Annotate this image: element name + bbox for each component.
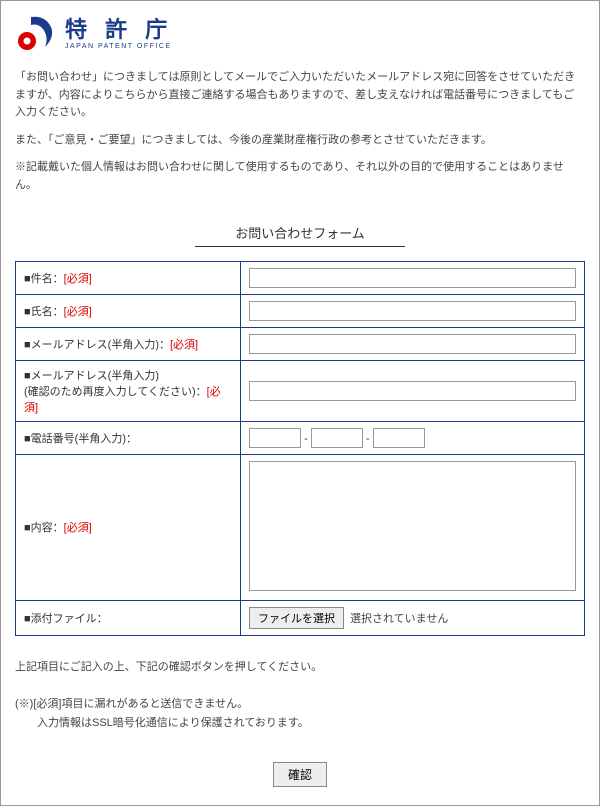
phone-input-group: - - [241, 421, 585, 454]
label-phone: ■ 電話番号(半角入力)： [16, 421, 241, 454]
subject-input[interactable] [249, 268, 576, 288]
note-line-2: (※)[必須]項目に漏れがあると送信できません。 [15, 695, 585, 714]
logo-text: 特 許 庁 JAPAN PATENT OFFICE [65, 19, 173, 50]
row-attachment: ■ 添付ファイル： ファイルを選択 選択されていません [16, 600, 585, 635]
label-attachment: ■ 添付ファイル： [16, 600, 241, 635]
phone-input-2[interactable] [311, 428, 363, 448]
phone-input-1[interactable] [249, 428, 301, 448]
inquiry-form-table: ■ 件名：[必須] ■ 氏名：[必須] ■ メールアドレス(半角入力)：[必須]… [15, 261, 585, 636]
email-input[interactable] [249, 334, 576, 354]
intro-paragraph-3: ※記載戴いた個人情報はお問い合わせに関して使用するものであり、それ以外の目的で使… [15, 159, 585, 194]
note-line-3: 入力情報はSSL暗号化通信により保護されております。 [15, 714, 585, 733]
email-confirm-input[interactable] [249, 381, 576, 401]
intro-paragraph-2: また、「ご意見・ご要望」につきましては、今後の産業財産権行政の参考とさせていただ… [15, 132, 585, 150]
label-name: ■ 氏名：[必須] [16, 294, 241, 327]
label-content: ■ 内容：[必須] [16, 454, 241, 600]
row-subject: ■ 件名：[必須] [16, 261, 585, 294]
logo-mark-icon [15, 13, 57, 55]
file-status-text: 選択されていません [350, 610, 448, 626]
tel-sep-2: - [366, 433, 370, 445]
intro-text: 「お問い合わせ」につきましては原則としてメールでご入力いただいたメールアドレス宛… [15, 69, 585, 195]
row-phone: ■ 電話番号(半角入力)： - - [16, 421, 585, 454]
row-content: ■ 内容：[必須] [16, 454, 585, 600]
form-title: お問い合わせフォーム [195, 223, 405, 247]
row-name: ■ 氏名：[必須] [16, 294, 585, 327]
logo-title: 特 許 庁 [65, 19, 173, 41]
header-logo: 特 許 庁 JAPAN PATENT OFFICE [15, 13, 585, 55]
tel-sep-1: - [304, 433, 308, 445]
form-notes: 上記項目にご記入の上、下記の確認ボタンを押してください。 (※)[必須]項目に漏… [15, 658, 585, 733]
intro-paragraph-1: 「お問い合わせ」につきましては原則としてメールでご入力いただいたメールアドレス宛… [15, 69, 585, 122]
file-select-button[interactable]: ファイルを選択 [249, 607, 344, 629]
label-email: ■ メールアドレス(半角入力)：[必須] [16, 327, 241, 360]
confirm-button[interactable]: 確認 [273, 762, 327, 787]
label-email-confirm: ■ メールアドレス(半角入力) (確認のため再度入力してください)：[必須] [16, 360, 241, 421]
label-subject: ■ 件名：[必須] [16, 261, 241, 294]
file-row: ファイルを選択 選択されていません [249, 607, 576, 629]
page-container: 特 許 庁 JAPAN PATENT OFFICE 「お問い合わせ」につきまして… [0, 0, 600, 806]
form-title-wrap: お問い合わせフォーム [15, 223, 585, 247]
submit-row: 確認 [15, 762, 585, 787]
logo-subtitle: JAPAN PATENT OFFICE [65, 43, 173, 50]
row-email-confirm: ■ メールアドレス(半角入力) (確認のため再度入力してください)：[必須] [16, 360, 585, 421]
name-input[interactable] [249, 301, 576, 321]
note-line-1: 上記項目にご記入の上、下記の確認ボタンを押してください。 [15, 658, 585, 677]
row-email: ■ メールアドレス(半角入力)：[必須] [16, 327, 585, 360]
phone-input-3[interactable] [373, 428, 425, 448]
content-textarea[interactable] [249, 461, 576, 591]
